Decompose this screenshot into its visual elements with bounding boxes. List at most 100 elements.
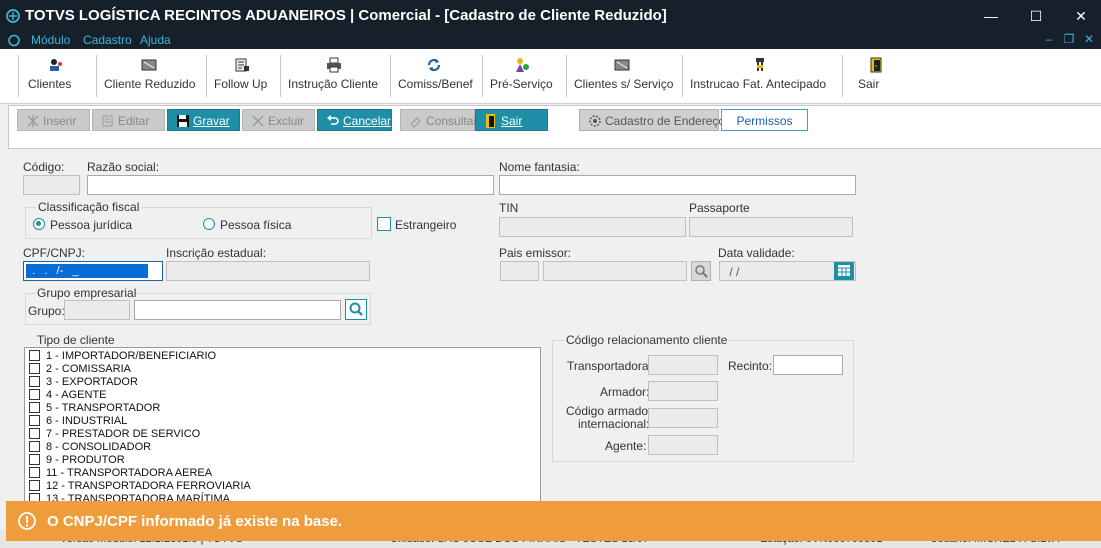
recinto-label: Recinto:	[728, 359, 773, 373]
menu-modulo[interactable]: Módulo	[31, 33, 70, 47]
list-item[interactable]: 9 - PRODUTOR	[29, 453, 125, 467]
list-item[interactable]: 2 - COMISSARIA	[29, 362, 131, 376]
pessoa-fisica-radio[interactable]	[203, 218, 215, 230]
checkbox[interactable]	[29, 362, 40, 374]
search-records-icon	[410, 117, 421, 128]
data-validade-label: Data validade:	[718, 246, 795, 260]
inscricao-estadual-field[interactable]	[166, 261, 370, 281]
list-item[interactable]: 1 - IMPORTADOR/BENEFICIARIO	[29, 349, 216, 363]
toolbar-sair-button[interactable]: Sair	[858, 49, 894, 103]
toolbar-clientes-button[interactable]: Clientes	[28, 49, 84, 103]
save-icon	[177, 114, 189, 127]
estrangeiro-checkbox[interactable]	[377, 217, 391, 231]
pais-lookup-button[interactable]	[691, 261, 711, 281]
checkbox[interactable]	[29, 466, 40, 478]
armador-field[interactable]	[648, 381, 718, 401]
mdi-restore-button[interactable]: ❐	[1060, 32, 1078, 46]
printer-icon	[327, 57, 341, 73]
grupo-name-field[interactable]	[134, 300, 341, 320]
data-validade-value: / /	[726, 265, 740, 279]
transportadora-field[interactable]	[648, 355, 718, 375]
codigo-field[interactable]	[23, 175, 80, 195]
sair-button[interactable]: Sair	[475, 109, 548, 131]
list-item[interactable]: 5 - TRANSPORTADOR	[29, 401, 160, 415]
undo-icon	[327, 114, 339, 125]
list-item[interactable]: 4 - AGENTE	[29, 388, 107, 402]
list-item[interactable]: 6 - INDUSTRIAL	[29, 414, 127, 428]
transportadora-label: Transportadora:	[567, 359, 652, 373]
toolbar-separator	[842, 55, 843, 97]
calendar-icon	[838, 265, 850, 276]
toolbar-follow-up-button[interactable]: Follow Up	[214, 49, 270, 103]
menu-ajuda[interactable]: Ajuda	[140, 33, 171, 47]
checkbox[interactable]	[29, 401, 40, 413]
checkbox[interactable]	[29, 479, 40, 491]
list-item[interactable]: 3 - EXPORTADOR	[29, 375, 138, 389]
grupo-empresarial-label: Grupo empresarial	[35, 286, 139, 300]
recinto-field[interactable]	[773, 355, 843, 375]
agente-field[interactable]	[648, 435, 718, 455]
toolbar-instrucao-fat-antecipado-button[interactable]: Instrucao Fat. Antecipado	[690, 49, 830, 103]
excluir-button[interactable]: Excluir	[242, 109, 315, 131]
mdi-close-button[interactable]: ✕	[1080, 32, 1098, 46]
toolbar-cliente-reduzido-button[interactable]: Cliente Reduzido	[104, 49, 195, 103]
app-menu-icon[interactable]	[7, 34, 21, 47]
toast-message: O CNPJ/CPF informado já existe na base.	[47, 513, 343, 530]
error-toast[interactable]: O CNPJ/CPF informado já existe na base.	[6, 501, 1101, 541]
checkbox[interactable]	[29, 349, 40, 361]
checkbox[interactable]	[29, 427, 40, 439]
codigo-relacionamento-label: Código relacionamento cliente	[564, 333, 730, 347]
toolbar-separator	[206, 55, 207, 97]
toolbar-comiss-benef-button[interactable]: Comiss/Benef	[398, 49, 473, 103]
list-item[interactable]: 8 - CONSOLIDADOR	[29, 440, 151, 454]
cancelar-button[interactable]: Cancelar	[317, 109, 392, 131]
cpf-cnpj-label: CPF/CNPJ:	[23, 246, 86, 260]
pessoa-juridica-label: Pessoa jurídica	[50, 218, 133, 232]
edit-icon	[102, 115, 113, 127]
pessoa-juridica-radio[interactable]	[33, 218, 45, 230]
razao-social-label: Razão social:	[87, 160, 160, 174]
list-item[interactable]: 11 - TRANSPORTADORA AEREA	[29, 466, 212, 480]
list-item[interactable]: 12 - TRANSPORTADORA FERROVIARIA	[29, 479, 251, 493]
mdi-minimize-button[interactable]: –	[1040, 32, 1058, 46]
app-logo-icon	[6, 9, 20, 23]
toolbar-separator	[280, 55, 281, 97]
tin-field[interactable]	[499, 217, 686, 237]
grupo-search-button[interactable]	[345, 299, 367, 320]
grupo-code-field[interactable]	[64, 300, 130, 320]
pais-emissor-code-field[interactable]	[500, 261, 539, 281]
menu-cadastro[interactable]: Cadastro	[83, 33, 132, 47]
close-button[interactable]: ✕	[1058, 0, 1101, 32]
permissoes-button[interactable]: Permissos	[721, 109, 808, 131]
gravar-button[interactable]: Gravar	[167, 109, 240, 131]
main-toolbar: Clientes Cliente Reduzido Follow Up Inst…	[0, 49, 1101, 104]
razao-social-field[interactable]	[87, 175, 494, 195]
consultar-button[interactable]: Consultar	[400, 109, 477, 131]
checkbox[interactable]	[29, 414, 40, 426]
checkbox[interactable]	[29, 453, 40, 465]
toolbar-separator	[18, 55, 19, 97]
pre-service-icon	[516, 58, 529, 72]
passaporte-field[interactable]	[689, 217, 853, 237]
editar-button[interactable]: Editar	[92, 109, 165, 131]
checkbox[interactable]	[29, 388, 40, 400]
toolbar-instrucao-cliente-button[interactable]: Instrução Cliente	[288, 49, 380, 103]
codigo-armador-label: Código armador	[566, 404, 653, 418]
cpf-cnpj-field[interactable]: . . /- _	[23, 261, 163, 281]
refresh-icon	[427, 58, 441, 72]
toolbar-pre-servico-button[interactable]: Pré-Serviço	[490, 49, 554, 103]
codigo-armador-field[interactable]	[648, 408, 718, 428]
toolbar-clientes-sem-servico-button[interactable]: Clientes s/ Serviço	[574, 49, 673, 103]
minimize-button[interactable]: —	[968, 0, 1014, 32]
pais-emissor-name-field[interactable]	[543, 261, 687, 281]
calendar-button[interactable]	[834, 262, 854, 280]
checkbox[interactable]	[29, 440, 40, 452]
list-item[interactable]: 7 - PRESTADOR DE SERVICO	[29, 427, 200, 441]
checkbox[interactable]	[29, 375, 40, 387]
address-gear-icon	[589, 115, 601, 127]
reduced-client-icon	[141, 59, 157, 71]
inserir-button[interactable]: Inserir	[17, 109, 90, 131]
maximize-button[interactable]: ☐	[1013, 0, 1059, 32]
nome-fantasia-field[interactable]	[499, 175, 856, 195]
cadastro-endereco-button[interactable]: Cadastro de Endereço	[579, 109, 725, 131]
